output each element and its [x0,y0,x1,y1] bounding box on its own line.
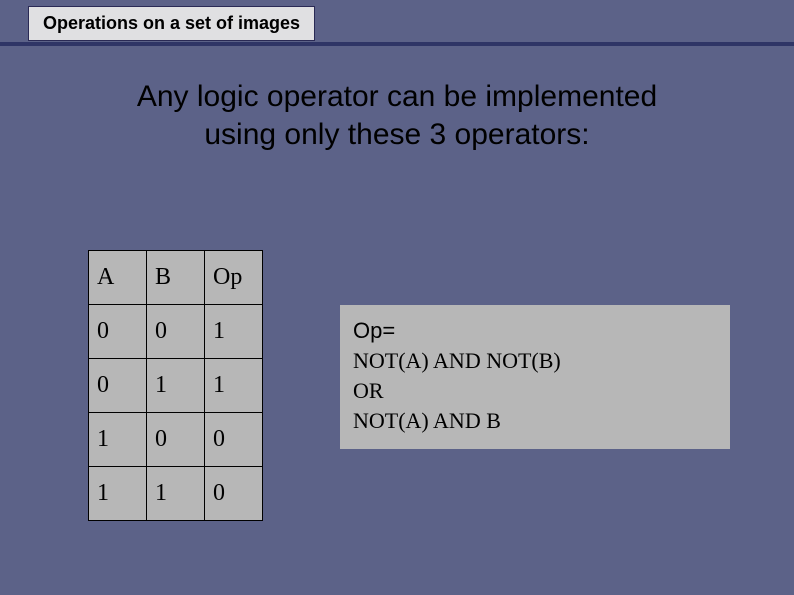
slide-title-tab: Operations on a set of images [28,6,315,41]
cell: 1 [89,467,147,521]
table-row: 0 1 1 [89,359,263,413]
cell: 1 [147,467,205,521]
cell: 1 [205,305,263,359]
cell: 0 [205,467,263,521]
cell: 0 [89,305,147,359]
col-header-op: Op [205,251,263,305]
explain-line-1: NOT(A) AND NOT(B) [353,348,717,374]
headline-line-1: Any logic operator can be implemented [137,80,657,113]
cell: 0 [147,305,205,359]
table-row: 0 0 1 [89,305,263,359]
cell: 0 [147,413,205,467]
cell: 0 [205,413,263,467]
truth-table: A B Op 0 0 1 0 1 1 1 0 0 1 1 0 [88,250,263,521]
table-row: A B Op [89,251,263,305]
headline-line-2: using only these 3 operators: [204,118,589,151]
explain-line-3: NOT(A) AND B [353,408,717,434]
table-row: 1 1 0 [89,467,263,521]
cell: 0 [89,359,147,413]
title-divider [0,42,794,46]
explain-line-2: OR [353,378,717,404]
explanation-box: Op= NOT(A) AND NOT(B) OR NOT(A) AND B [340,305,730,449]
cell: 1 [205,359,263,413]
col-header-b: B [147,251,205,305]
cell: 1 [147,359,205,413]
slide-title-text: Operations on a set of images [43,13,300,33]
op-equals-label: Op= [353,318,717,344]
col-header-a: A [89,251,147,305]
slide-headline: Any logic operator can be implemented us… [0,78,794,153]
table-row: 1 0 0 [89,413,263,467]
cell: 1 [89,413,147,467]
